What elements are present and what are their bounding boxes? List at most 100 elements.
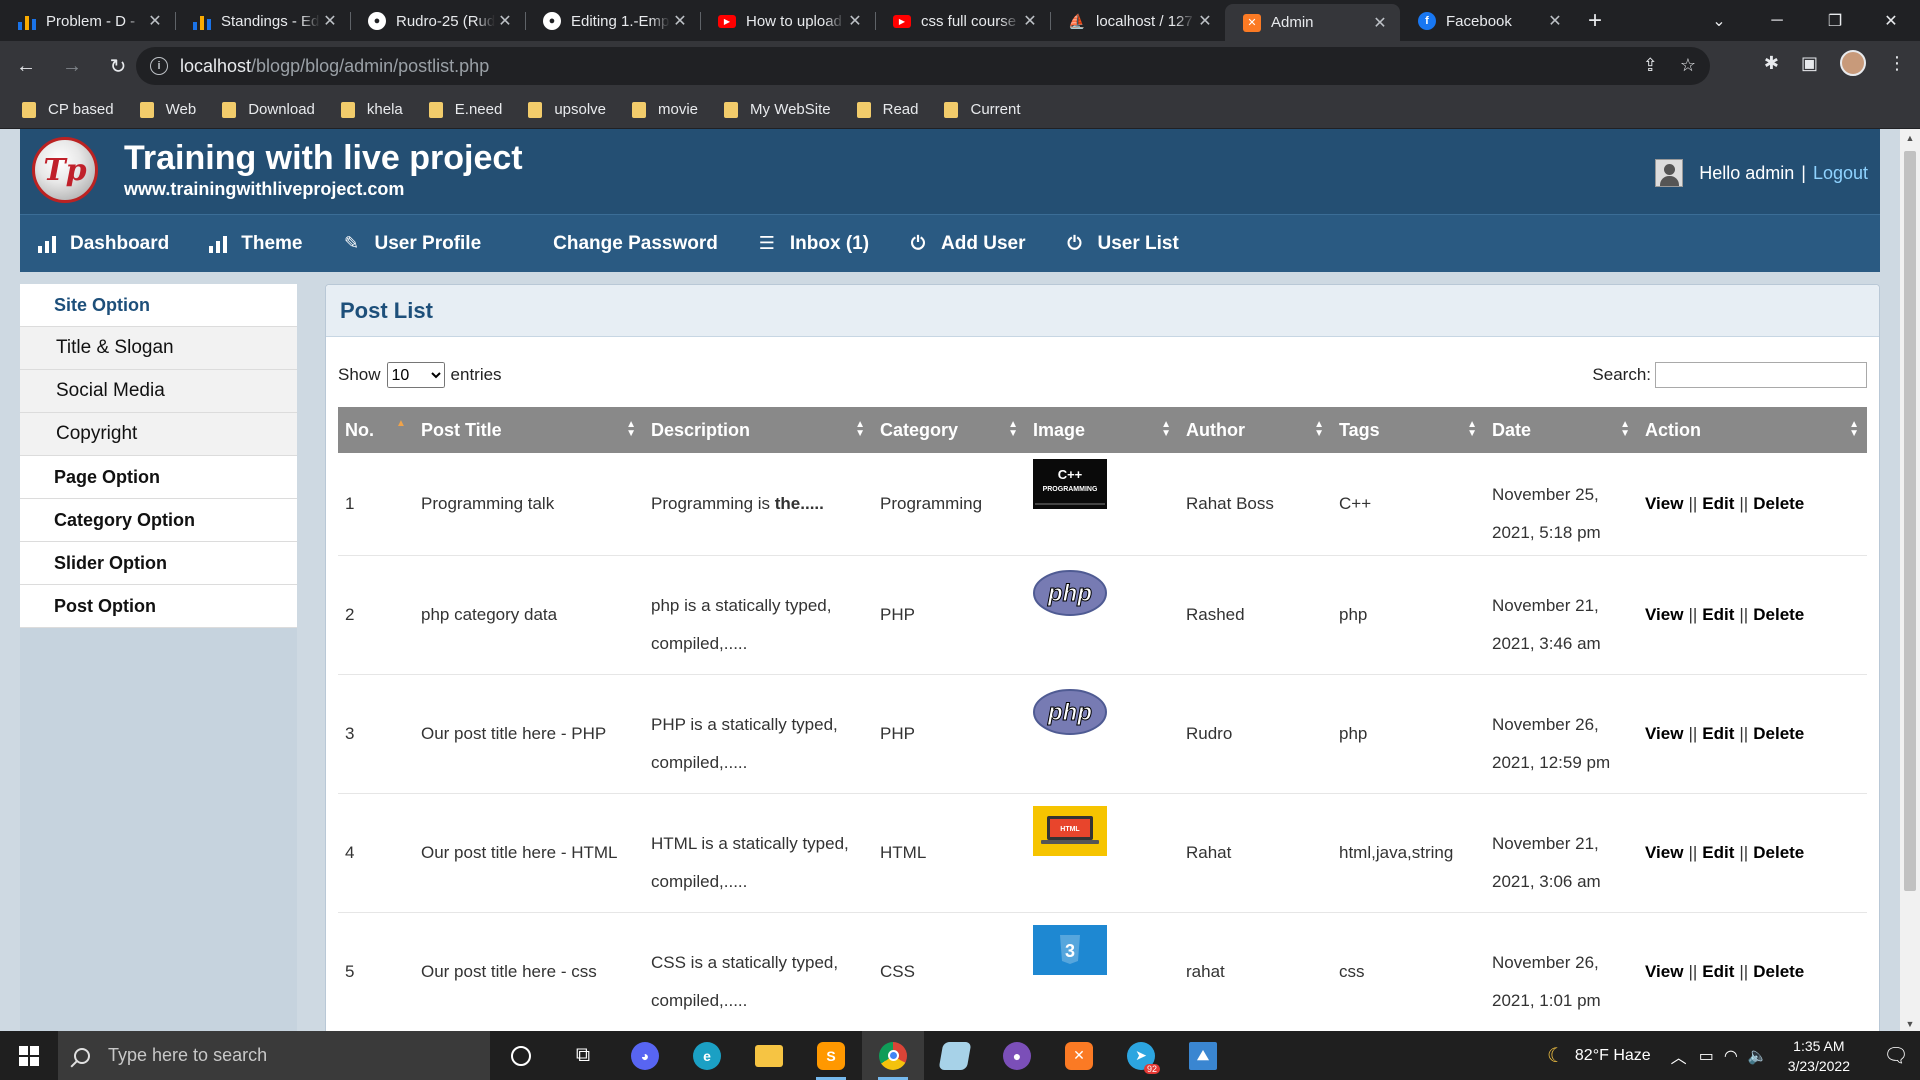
bookmark-folder[interactable]: CP based	[22, 101, 114, 118]
browser-tab[interactable]: ▶ css full course ✕	[875, 4, 1050, 38]
bookmark-folder[interactable]: movie	[632, 101, 698, 118]
tab-close-icon[interactable]: ✕	[845, 11, 865, 31]
back-icon[interactable]: ←	[6, 46, 46, 86]
nav-add-user[interactable]: ⏻ Add User	[907, 233, 1026, 255]
address-bar[interactable]: i localhost/blogp/blog/admin/postlist.ph…	[136, 47, 1710, 85]
nav-user-profile[interactable]: ✎ User Profile	[341, 233, 481, 255]
column-header-no[interactable]: No. ▲	[338, 407, 414, 453]
scroll-up-icon[interactable]: ▲	[1900, 133, 1920, 143]
telegram-icon[interactable]: ➤ 92	[1110, 1031, 1172, 1080]
github-desktop-icon[interactable]: ●	[986, 1031, 1048, 1080]
view-link[interactable]: View	[1645, 724, 1683, 743]
wifi-icon[interactable]: ◠	[1724, 1046, 1738, 1066]
scrollbar-thumb[interactable]	[1904, 151, 1916, 891]
battery-icon[interactable]: ▭	[1699, 1046, 1714, 1066]
sidebar-item-title-slogan[interactable]: Title & Slogan	[20, 327, 297, 370]
column-header-title[interactable]: Post Title ▲ ▼	[414, 407, 644, 453]
edit-link[interactable]: Edit	[1702, 724, 1734, 743]
column-header-tags[interactable]: Tags ▲ ▼	[1332, 407, 1485, 453]
site-logo[interactable]: Tp	[32, 137, 98, 203]
sidebar-item-social-media[interactable]: Social Media	[20, 370, 297, 413]
close-window-icon[interactable]: ✕	[1862, 0, 1920, 41]
sidebar-site-option[interactable]: Site Option	[20, 284, 297, 327]
nav-inbox[interactable]: ☰ Inbox (1)	[756, 233, 869, 255]
clock[interactable]: 1:35 AM 3/23/2022	[1788, 1036, 1850, 1076]
nav-theme[interactable]: Theme	[207, 233, 303, 255]
nav-dashboard[interactable]: Dashboard	[36, 233, 169, 255]
delete-link[interactable]: Delete	[1753, 843, 1804, 862]
weather-moon-icon[interactable]: ☾	[1547, 1043, 1565, 1068]
browser-tab[interactable]: ▶ How to upload ✕	[700, 4, 875, 38]
bookmark-folder[interactable]: Web	[139, 101, 196, 118]
browser-tab[interactable]: ⛵ localhost / 127 ✕	[1050, 4, 1225, 38]
view-link[interactable]: View	[1645, 494, 1683, 513]
column-header-image[interactable]: Image ▲ ▼	[1026, 407, 1179, 453]
menu-kebab-icon[interactable]: ⋮	[1888, 53, 1906, 74]
sidebar-item-copyright[interactable]: Copyright	[20, 413, 297, 456]
chrome-icon[interactable]	[862, 1031, 924, 1080]
tab-close-icon[interactable]: ✕	[1195, 11, 1215, 31]
reload-icon[interactable]: ↻	[98, 46, 138, 86]
delete-link[interactable]: Delete	[1753, 962, 1804, 981]
sublime-text-icon[interactable]: S	[800, 1031, 862, 1080]
share-icon[interactable]: ⇪	[1643, 55, 1658, 76]
weather-text[interactable]: 82°F Haze	[1575, 1047, 1651, 1065]
entries-select[interactable]: 10	[386, 362, 445, 388]
tab-close-icon[interactable]: ✕	[1545, 11, 1565, 31]
bookmark-folder[interactable]: khela	[340, 101, 403, 118]
column-header-date[interactable]: Date ▲ ▼	[1485, 407, 1638, 453]
sidebar-slider-option[interactable]: Slider Option	[20, 542, 297, 585]
tab-close-icon[interactable]: ✕	[1020, 11, 1040, 31]
edge-icon[interactable]: e	[676, 1031, 738, 1080]
minimize-icon[interactable]: ─	[1748, 0, 1806, 41]
tab-search-icon[interactable]: ⌄	[1690, 0, 1748, 41]
edit-link[interactable]: Edit	[1702, 843, 1734, 862]
view-link[interactable]: View	[1645, 605, 1683, 624]
browser-tab[interactable]: ● Rudro-25 (Rud ✕	[350, 4, 525, 38]
delete-link[interactable]: Delete	[1753, 605, 1804, 624]
bookmark-folder[interactable]: My WebSite	[724, 101, 831, 118]
view-link[interactable]: View	[1645, 962, 1683, 981]
xampp-icon[interactable]: ✕	[1048, 1031, 1110, 1080]
new-tab-icon[interactable]: +	[1575, 4, 1615, 38]
tab-close-icon[interactable]: ✕	[145, 11, 165, 31]
bookmark-folder[interactable]: upsolve	[528, 101, 606, 118]
sidebar-post-option[interactable]: Post Option	[20, 585, 297, 628]
delete-link[interactable]: Delete	[1753, 494, 1804, 513]
page-scrollbar[interactable]: ▲ ▼	[1900, 129, 1920, 1031]
discord-icon[interactable]: ◕	[614, 1031, 676, 1080]
nav-user-list[interactable]: ⏻ User List	[1064, 233, 1178, 255]
photos-icon[interactable]: ⛰	[1172, 1031, 1234, 1080]
task-view-icon[interactable]: ⧉	[552, 1031, 614, 1080]
forward-icon[interactable]: →	[52, 46, 92, 86]
sidebar-page-option[interactable]: Page Option	[20, 456, 297, 499]
edit-link[interactable]: Edit	[1702, 962, 1734, 981]
tab-close-icon[interactable]: ✕	[495, 11, 515, 31]
taskbar-search-box[interactable]: Type here to search	[58, 1031, 490, 1080]
scroll-down-icon[interactable]: ▼	[1900, 1019, 1920, 1029]
edit-link[interactable]: Edit	[1702, 605, 1734, 624]
search-input[interactable]	[1655, 362, 1867, 388]
logout-link[interactable]: Logout	[1813, 163, 1868, 184]
edit-link[interactable]: Edit	[1702, 494, 1734, 513]
bookmark-folder[interactable]: Current	[944, 101, 1021, 118]
tab-close-icon[interactable]: ✕	[1370, 13, 1390, 33]
bookmark-folder[interactable]: Download	[222, 101, 315, 118]
sidebar-category-option[interactable]: Category Option	[20, 499, 297, 542]
browser-tab[interactable]: Standings - Ed ✕	[175, 4, 350, 38]
bookmark-star-icon[interactable]: ☆	[1680, 55, 1696, 76]
notepad-icon[interactable]	[924, 1031, 986, 1080]
column-header-description[interactable]: Description ▲ ▼	[644, 407, 873, 453]
volume-icon[interactable]: 🔈	[1748, 1046, 1768, 1066]
tab-close-icon[interactable]: ✕	[670, 11, 690, 31]
file-explorer-icon[interactable]	[738, 1031, 800, 1080]
view-link[interactable]: View	[1645, 843, 1683, 862]
restore-icon[interactable]: ❐	[1806, 0, 1864, 41]
browser-tab[interactable]: f Facebook ✕	[1400, 4, 1575, 38]
notifications-icon[interactable]: 🗨	[1872, 1043, 1920, 1068]
start-button[interactable]	[0, 1031, 58, 1080]
column-header-category[interactable]: Category ▲ ▼	[873, 407, 1026, 453]
extensions-icon[interactable]: ✱	[1764, 53, 1779, 74]
column-header-author[interactable]: Author ▲ ▼	[1179, 407, 1332, 453]
browser-tab-active[interactable]: ✕ Admin ✕	[1225, 4, 1400, 41]
